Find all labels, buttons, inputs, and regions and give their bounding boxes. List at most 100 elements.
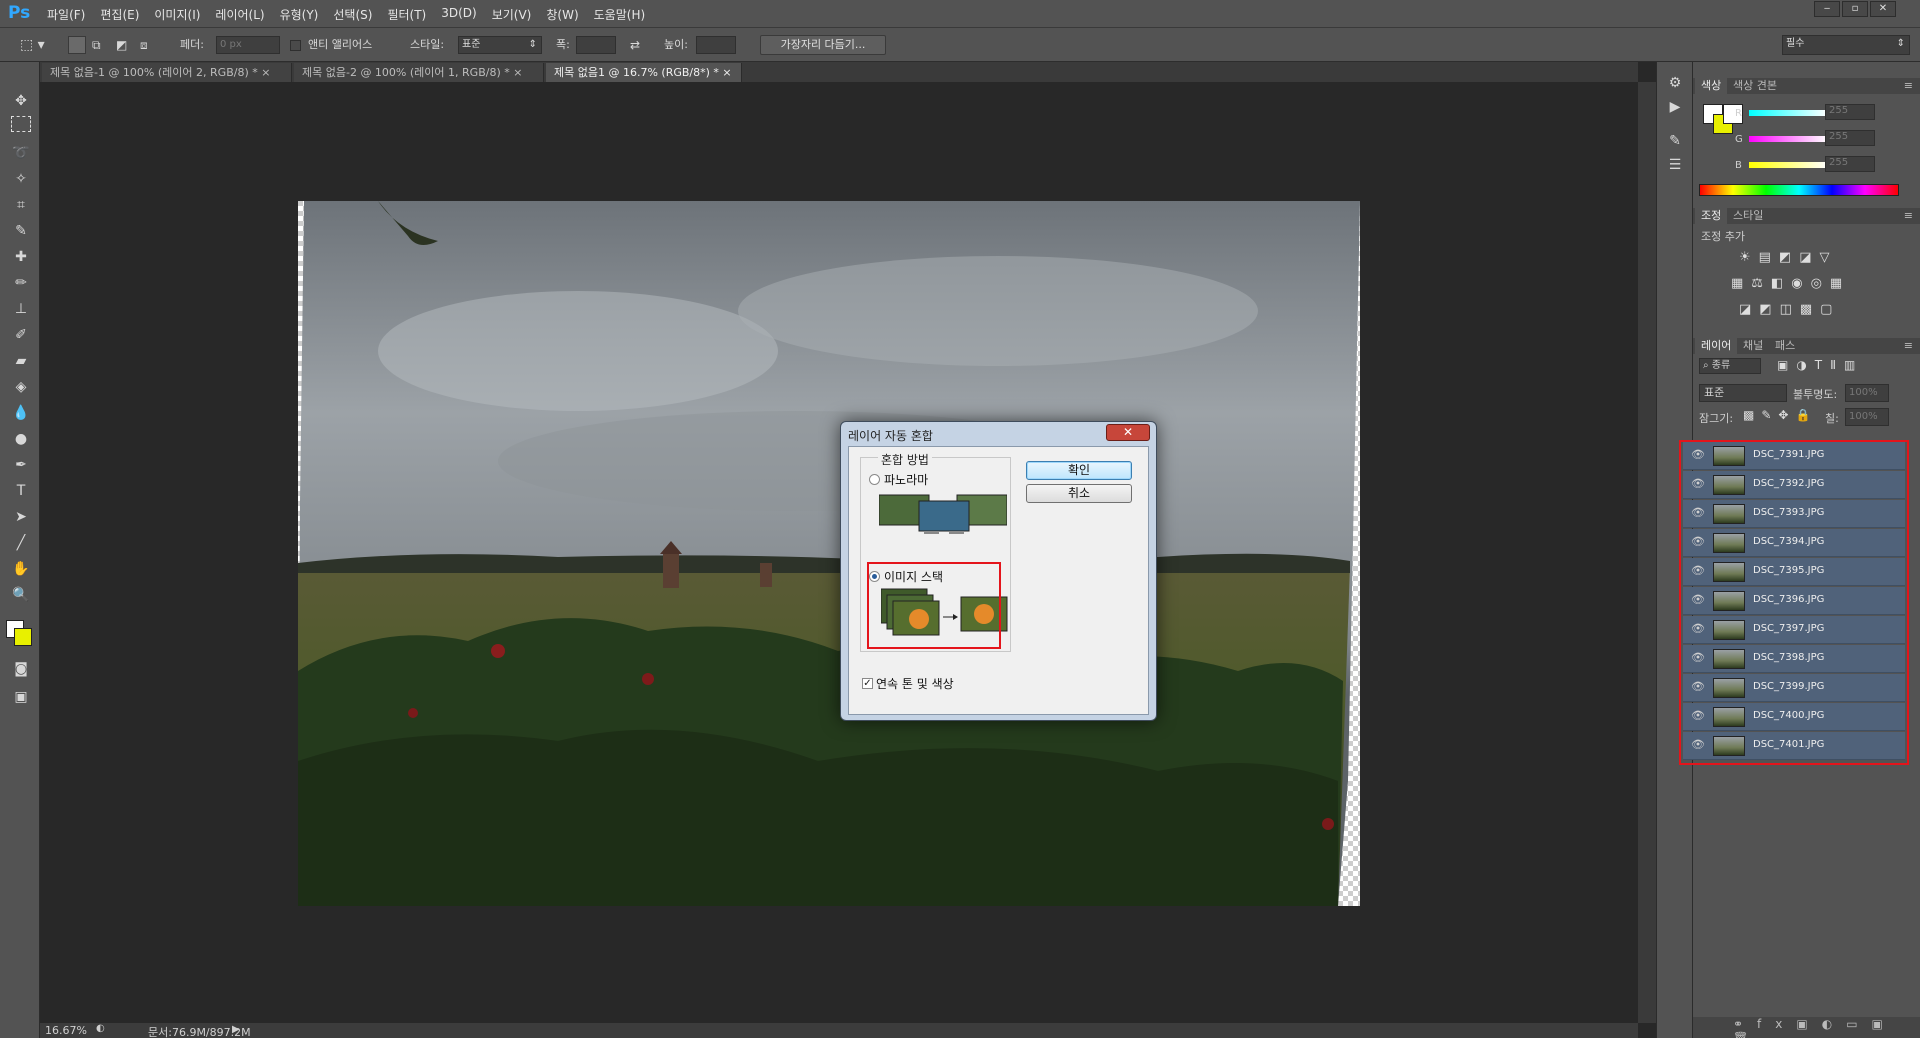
fill-input[interactable]: 100% <box>1845 408 1889 426</box>
line-tool-icon[interactable]: ╱ <box>8 532 34 554</box>
magic-wand-icon[interactable]: ✧ <box>8 168 34 190</box>
blend-mode-select[interactable]: 표준 <box>1699 384 1787 402</box>
crop-tool-icon[interactable]: ⌗ <box>8 194 34 216</box>
healing-brush-icon[interactable]: ✚ <box>8 246 34 268</box>
panel-menu-icon[interactable]: ≡ <box>1898 338 1919 354</box>
eraser-icon[interactable]: ▰ <box>8 350 34 372</box>
menu-view[interactable]: 보기(V) <box>492 6 532 23</box>
new-selection-icon[interactable] <box>68 36 86 54</box>
antialias-checkbox[interactable] <box>290 40 301 51</box>
menu-select[interactable]: 선택(S) <box>333 6 372 23</box>
restore-button[interactable]: ▫ <box>1842 1 1868 17</box>
opacity-input[interactable]: 100% <box>1845 384 1889 402</box>
dodge-tool-icon[interactable]: ● <box>8 428 34 450</box>
pen-tool-icon[interactable]: ✒ <box>8 454 34 476</box>
screen-mode-icon[interactable]: ▣ <box>8 686 34 708</box>
dialog-close-button[interactable]: ✕ <box>1106 424 1150 441</box>
width-input[interactable] <box>576 36 616 54</box>
panel-menu-icon[interactable]: ≡ <box>1898 208 1919 224</box>
style-select[interactable]: 표준 ⇕ <box>458 36 542 54</box>
tab-layers[interactable]: 레이어 <box>1695 338 1738 354</box>
close-icon[interactable]: × <box>722 66 731 79</box>
close-window-button[interactable]: ✕ <box>1870 1 1896 17</box>
tab-paths[interactable]: 패스 <box>1769 338 1801 354</box>
tab-styles[interactable]: 스타일 <box>1727 208 1769 224</box>
tab-adjustments[interactable]: 조정 <box>1695 208 1728 224</box>
menu-file[interactable]: 파일(F) <box>47 6 85 23</box>
layer-filter-icons[interactable]: ▣◑TⅡ▥ <box>1777 358 1863 372</box>
hand-tool-icon[interactable]: ✋ <box>8 558 34 580</box>
paint-bucket-icon[interactable]: ◈ <box>8 376 34 398</box>
brush-preset-icon[interactable]: ✎ <box>1662 130 1688 152</box>
minimize-button[interactable]: ‒ <box>1814 1 1840 17</box>
layers-footer-icons[interactable]: ⚭fx▣◐▭▣🗑 <box>1693 1017 1920 1038</box>
properties-icon[interactable]: ☰ <box>1662 154 1688 176</box>
menu-list: 파일(F) 편집(E) 이미지(I) 레이어(L) 유형(Y) 선택(S) 필터… <box>47 6 660 23</box>
eyedropper-icon[interactable]: ✎ <box>8 220 34 242</box>
marquee-tool-preset-icon[interactable]: ⬚ ▾ <box>20 35 45 55</box>
cancel-button[interactable]: 취소 <box>1026 484 1132 503</box>
history-brush-icon[interactable]: ✐ <box>8 324 34 346</box>
add-selection-icon[interactable]: ⧉ <box>92 35 101 55</box>
height-input[interactable] <box>696 36 736 54</box>
menu-window[interactable]: 창(W) <box>546 6 578 23</box>
value-r[interactable]: 255 <box>1825 104 1875 120</box>
type-tool-icon[interactable]: T <box>8 480 34 502</box>
adjustment-icons-row-2[interactable]: ▦⚖◧◉◎▦ <box>1731 276 1850 291</box>
adjustment-icons-row-1[interactable]: ☀▤◩◪▽ <box>1739 250 1838 265</box>
lock-icons[interactable]: ▩✎✥🔒 <box>1743 408 1817 422</box>
panorama-radio[interactable] <box>869 474 880 485</box>
filter-kind-select[interactable]: ⌕ 종류 <box>1699 358 1761 374</box>
menu-edit[interactable]: 편집(E) <box>100 6 139 23</box>
menu-type[interactable]: 유형(Y) <box>280 6 319 23</box>
swap-icon[interactable]: ⇄ <box>630 35 640 55</box>
move-tool-icon[interactable]: ✥ <box>8 90 34 112</box>
subtract-selection-icon[interactable]: ◩ <box>116 35 127 55</box>
chevron-right-icon[interactable]: ▶ <box>232 1024 240 1035</box>
tab-document-1[interactable]: 제목 없음-1 @ 100% (레이어 2, RGB/8) * × <box>42 63 292 82</box>
history-icon[interactable]: ⚙ <box>1662 72 1688 94</box>
menu-help[interactable]: 도움말(H) <box>594 6 646 23</box>
brush-tool-icon[interactable]: ✏ <box>8 272 34 294</box>
landscape-photo[interactable] <box>298 201 1360 906</box>
value-b[interactable]: 255 <box>1825 156 1875 172</box>
marquee-tool-icon[interactable] <box>11 116 31 132</box>
slider-g[interactable] <box>1749 136 1827 142</box>
zoom-level[interactable]: 16.67% <box>45 1024 87 1037</box>
actions-play-icon[interactable]: ▶ <box>1662 96 1688 118</box>
workspace-select[interactable]: 필수 ⇕ <box>1782 35 1910 55</box>
menu-image[interactable]: 이미지(I) <box>154 6 200 23</box>
refine-edge-button[interactable]: 가장자리 다듬기... <box>760 35 886 55</box>
color-spectrum[interactable] <box>1699 184 1899 196</box>
background-color-swatch[interactable] <box>14 628 32 646</box>
ok-button[interactable]: 확인 <box>1026 461 1132 480</box>
adjustment-icons-row-3[interactable]: ◪◩◫▩▢ <box>1739 302 1840 317</box>
tab-color[interactable]: 색상 <box>1695 78 1728 94</box>
canvas-area[interactable]: 레이어 자동 혼합 ✕ 혼합 방법 파노라마 이미지 스택 ✓ 연속 톤 및 색… <box>40 82 1638 1023</box>
panel-menu-icon[interactable]: ≡ <box>1898 78 1919 94</box>
close-icon[interactable]: × <box>261 66 270 79</box>
vertical-scrollbar[interactable] <box>1638 82 1656 1023</box>
tab-swatches[interactable]: 색상 견본 <box>1727 78 1783 94</box>
feather-input[interactable]: 0 px <box>216 36 280 54</box>
zoom-tool-icon[interactable]: 🔍 <box>8 584 34 606</box>
slider-b[interactable] <box>1749 162 1827 168</box>
value-g[interactable]: 255 <box>1825 130 1875 146</box>
tab-channels[interactable]: 채널 <box>1737 338 1769 354</box>
quick-mask-icon[interactable]: ◙ <box>8 658 34 680</box>
menu-3d[interactable]: 3D(D) <box>441 6 476 23</box>
clone-stamp-icon[interactable]: ⊥ <box>8 298 34 320</box>
menu-layer[interactable]: 레이어(L) <box>215 6 264 23</box>
intersect-selection-icon[interactable]: ⧈ <box>140 35 148 55</box>
width-label: 폭: <box>556 38 570 51</box>
seamless-tones-checkbox[interactable]: ✓ <box>862 678 873 689</box>
tab-document-3[interactable]: 제목 없음1 @ 16.7% (RGB/8*) * × <box>546 63 742 82</box>
menu-filter[interactable]: 필터(T) <box>387 6 426 23</box>
slider-r[interactable] <box>1749 110 1827 116</box>
blur-tool-icon[interactable]: 💧 <box>8 402 34 424</box>
info-icon[interactable]: ◐ <box>96 1023 105 1034</box>
close-icon[interactable]: × <box>513 66 522 79</box>
tab-document-2[interactable]: 제목 없음-2 @ 100% (레이어 1, RGB/8) * × <box>294 63 544 82</box>
path-selection-icon[interactable]: ➤ <box>8 506 34 528</box>
lasso-tool-icon[interactable]: ➰ <box>8 142 34 164</box>
